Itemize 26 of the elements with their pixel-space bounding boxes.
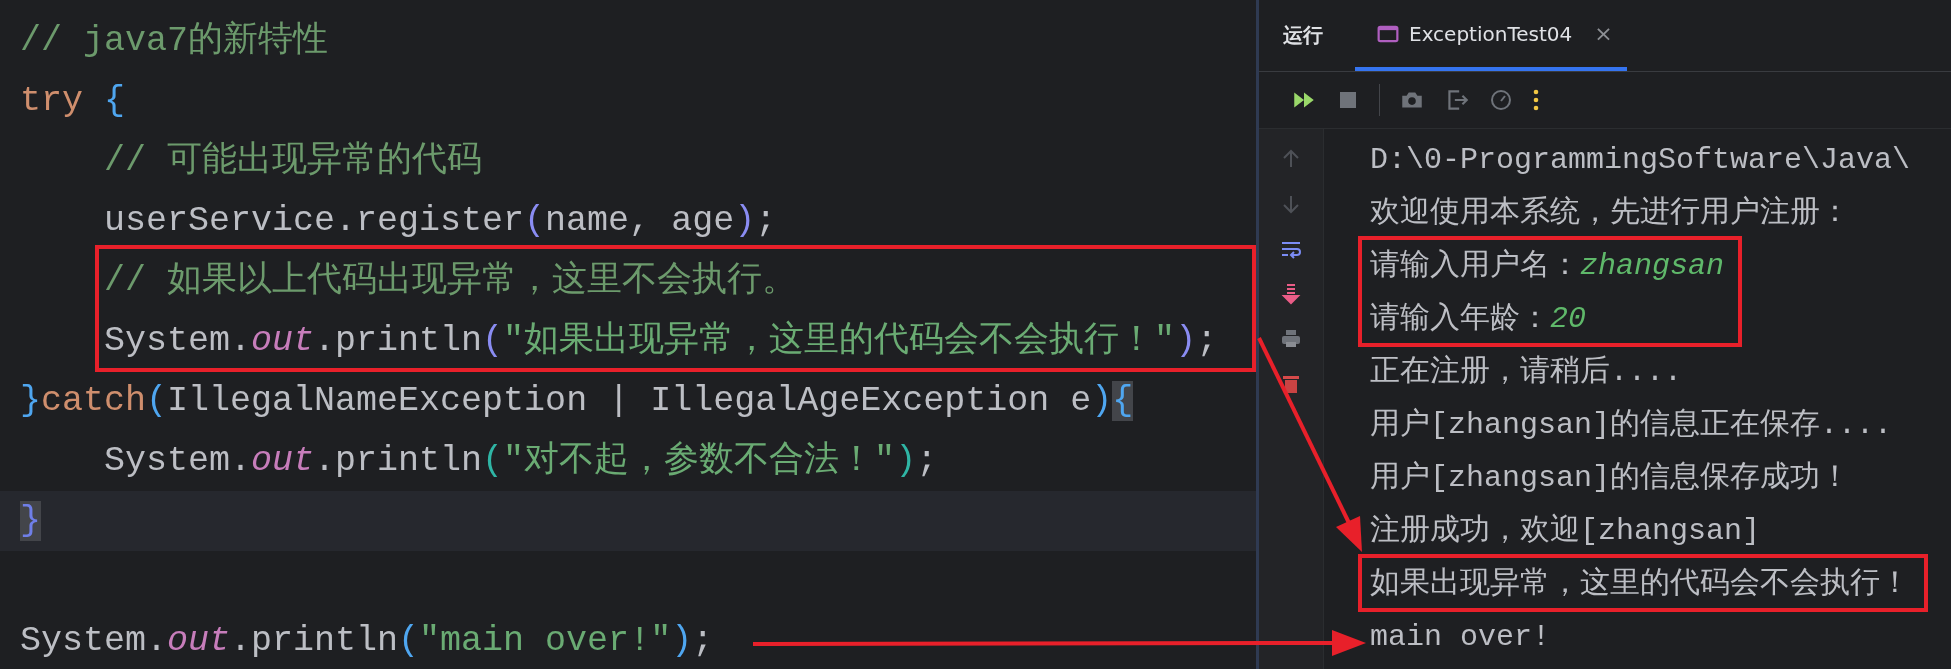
console-line: 如果出现异常，这里的代码会不会执行！ — [1370, 566, 1910, 602]
code-line: // 如果以上代码出现异常，这里不会执行。 — [103, 259, 798, 302]
panel-title: 运行 — [1282, 22, 1324, 49]
code-line: // java7的新特性 — [20, 19, 329, 62]
close-icon[interactable]: × — [1594, 21, 1613, 46]
console-line: main over! — [1370, 619, 1551, 655]
console-line: 用户[zhangsan]的信息正在保存.... — [1370, 407, 1893, 443]
console-line: 欢迎使用本系统，先进行用户注册： — [1370, 195, 1850, 231]
scroll-to-end-icon[interactable] — [1279, 282, 1303, 306]
window-icon — [1377, 24, 1399, 43]
console-line: 正在注册，请稍后.... — [1370, 354, 1682, 390]
code-line: try { — [20, 79, 126, 122]
code-line: // 可能出现异常的代码 — [103, 139, 483, 182]
console-line: 请输入年龄：20 — [1370, 301, 1586, 337]
code-line: System.out.println("对不起，参数不合法！"); — [103, 439, 938, 482]
code-line: userService.register(name, age); — [103, 199, 777, 242]
console-line: 用户[zhangsan]的信息保存成功！ — [1370, 460, 1851, 496]
run-tab[interactable]: ExceptionTest04 × — [1355, 0, 1627, 71]
console-line: 注册成功，欢迎[zhangsan] — [1370, 513, 1761, 549]
gauge-icon[interactable] — [1489, 88, 1513, 112]
console-line: D:\0-ProgrammingSoftware\Java\ — [1370, 142, 1911, 178]
more-icon[interactable] — [1532, 88, 1540, 112]
code-line: System.out.println("如果出现异常，这里的代码会不会执行！"); — [103, 319, 1218, 362]
code-line: }catch(IllegalNameException | IllegalAgeException e){ — [20, 379, 1134, 422]
console-line: 请输入用户名：zhangsan — [1370, 248, 1725, 284]
code-line: System.out.println("main over!"); — [20, 619, 714, 662]
